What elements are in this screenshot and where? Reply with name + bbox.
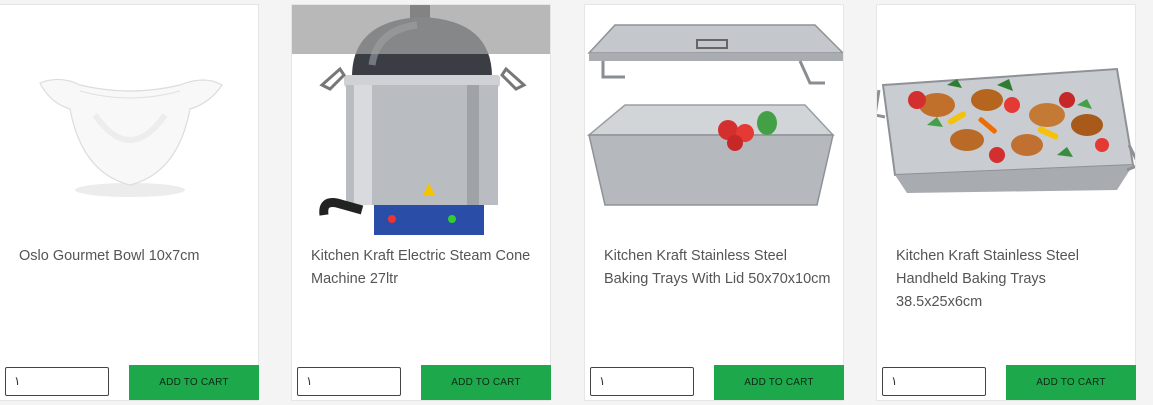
quantity-input[interactable]: ١ [882, 367, 986, 396]
product-title[interactable]: Kitchen Kraft Stainless Steel Baking Tra… [604, 245, 834, 291]
add-to-cart-button[interactable]: ADD TO CART [421, 365, 551, 400]
product-card: Kitchen Kraft Electric Steam Cone Machin… [291, 4, 551, 401]
baking-tray-illustration [877, 67, 1135, 193]
quantity-input[interactable]: ١ [297, 367, 401, 396]
add-to-cart-button[interactable]: ADD TO CART [1006, 365, 1136, 400]
product-image-handheld-tray[interactable] [877, 5, 1135, 235]
quantity-input[interactable]: ١ [590, 367, 694, 396]
image-overlay [292, 5, 550, 54]
product-title[interactable]: Oslo Gourmet Bowl 10x7cm [19, 245, 249, 268]
add-to-cart-button[interactable]: ADD TO CART [129, 365, 259, 400]
product-card: Kitchen Kraft Stainless Steel Baking Tra… [584, 4, 844, 401]
product-image-trays-with-lid[interactable] [585, 5, 843, 235]
product-title[interactable]: Kitchen Kraft Electric Steam Cone Machin… [311, 245, 541, 291]
bowl-illustration [39, 78, 223, 197]
add-to-cart-button[interactable]: ADD TO CART [714, 365, 844, 400]
quantity-input[interactable]: ١ [5, 367, 109, 396]
product-title[interactable]: Kitchen Kraft Stainless Steel Handheld B… [896, 245, 1126, 314]
product-card: Kitchen Kraft Stainless Steel Handheld B… [876, 4, 1136, 401]
product-image-bowl[interactable] [0, 5, 258, 235]
product-image-steam-machine[interactable] [292, 5, 550, 235]
trays-illustration [586, 24, 843, 206]
product-card: Oslo Gourmet Bowl 10x7cm ١ ADD TO CART [0, 4, 259, 401]
